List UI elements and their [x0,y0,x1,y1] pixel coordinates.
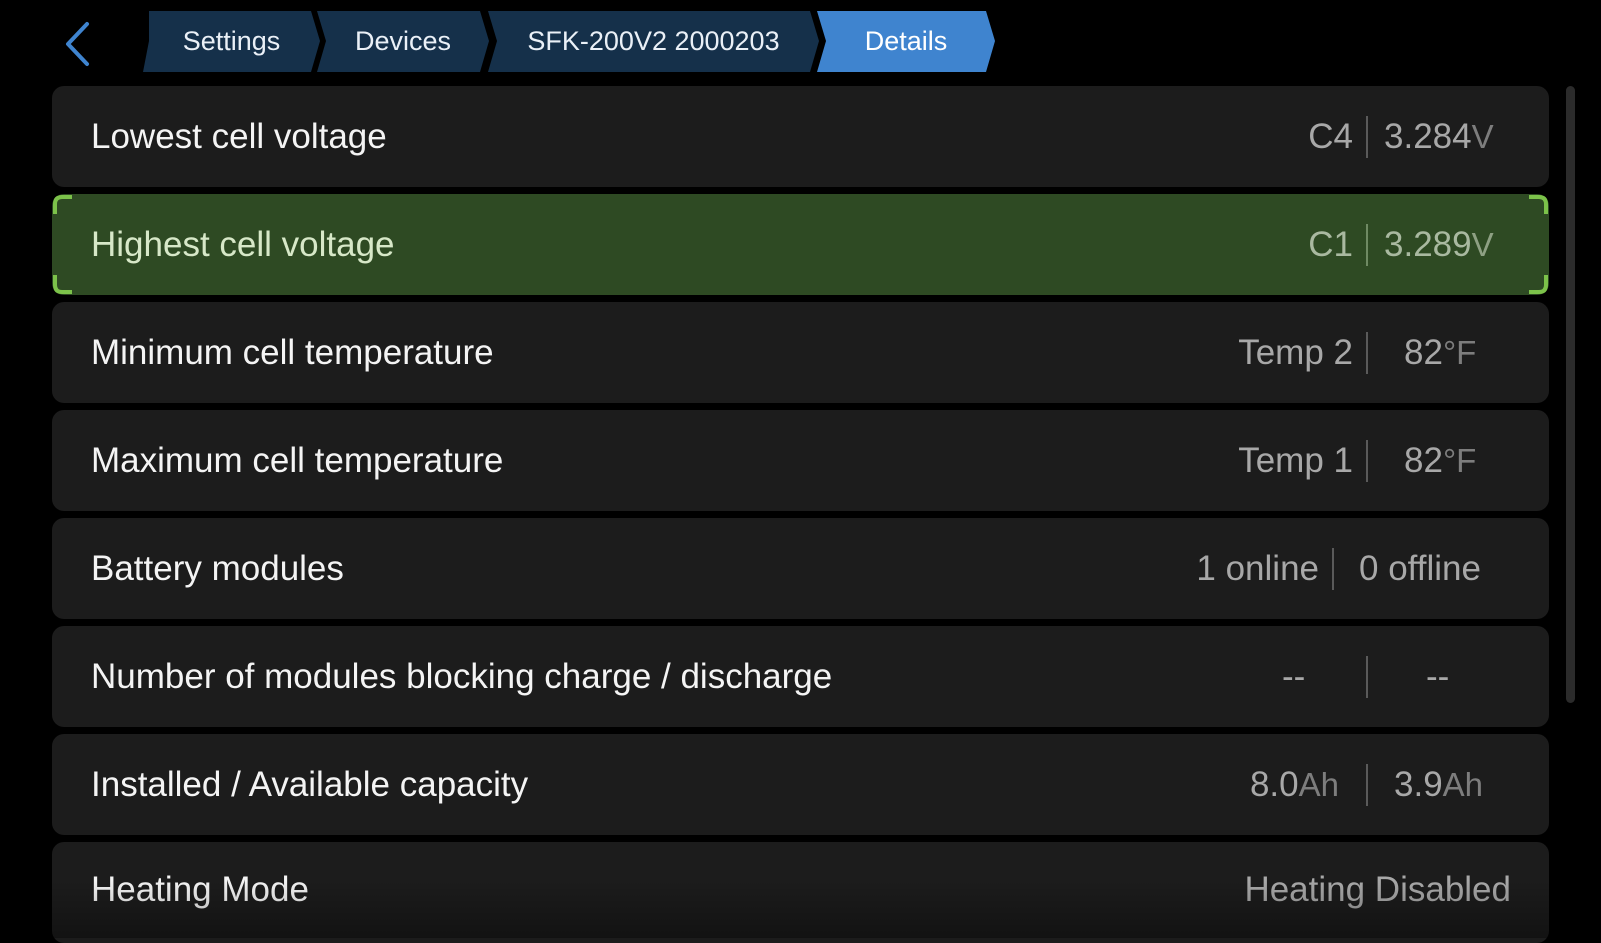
unit: Ah [1298,766,1339,803]
row-modules-blocking[interactable]: Number of modules blocking charge / disc… [52,626,1549,727]
back-button[interactable] [56,16,100,72]
unit: Ah [1442,766,1484,803]
row-heating-mode[interactable]: Heating Mode Heating Disabled [52,842,1549,943]
divider [1366,656,1368,698]
modules-blocking-charge: -- [1282,657,1306,696]
divider [1366,116,1368,158]
modules-blocking-discharge: -- [1426,657,1450,696]
highest-cell-id: C1 [1308,225,1353,264]
row-maximum-cell-temperature[interactable]: Maximum cell temperature Temp 1 82°F [52,410,1549,511]
breadcrumb-devices[interactable]: Devices [317,11,489,72]
unit: °F [1442,334,1477,371]
divider [1366,764,1368,806]
scrollbar[interactable] [1566,86,1575,703]
breadcrumb-device[interactable]: SFK-200V2 2000203 [488,11,819,72]
row-battery-modules[interactable]: Battery modules 1 online 0 offline [52,518,1549,619]
focus-corner [53,275,72,294]
min-temp-sensor: Temp 2 [1238,333,1353,372]
divider [1366,440,1368,482]
unit: °F [1442,442,1477,479]
divider [1366,224,1368,266]
row-lowest-cell-voltage[interactable]: Lowest cell voltage C4 3.284V [52,86,1549,187]
row-capacity[interactable]: Installed / Available capacity 8.0Ah 3.9… [52,734,1549,835]
row-minimum-cell-temperature[interactable]: Minimum cell temperature Temp 2 82°F [52,302,1549,403]
min-temp-value: 82 [1404,333,1443,372]
unit: V [1471,118,1494,155]
lowest-cell-voltage-value: 3.284 [1384,117,1472,156]
modules-offline: 0 offline [1359,549,1481,588]
highest-cell-voltage-value: 3.289 [1384,225,1472,264]
lowest-cell-id: C4 [1308,117,1353,156]
focus-corner [53,195,72,214]
max-temp-sensor: Temp 1 [1238,441,1353,480]
max-temp-value: 82 [1404,441,1443,480]
chevron-left-icon [66,22,89,66]
focus-corner [1529,195,1548,214]
focus-corner [1529,275,1548,294]
breadcrumb-details[interactable]: Details [817,11,995,72]
heating-mode-value: Heating Disabled [1244,870,1511,909]
unit: V [1471,226,1494,263]
divider [1332,548,1334,590]
divider [1366,332,1368,374]
installed-capacity-value: 8.0 [1249,765,1299,804]
row-highest-cell-voltage[interactable]: Highest cell voltage C1 3.289V [52,194,1549,295]
modules-online: 1 online [1196,549,1319,588]
breadcrumb-settings[interactable]: Settings [143,11,320,72]
available-capacity-value: 3.9 [1394,765,1443,804]
